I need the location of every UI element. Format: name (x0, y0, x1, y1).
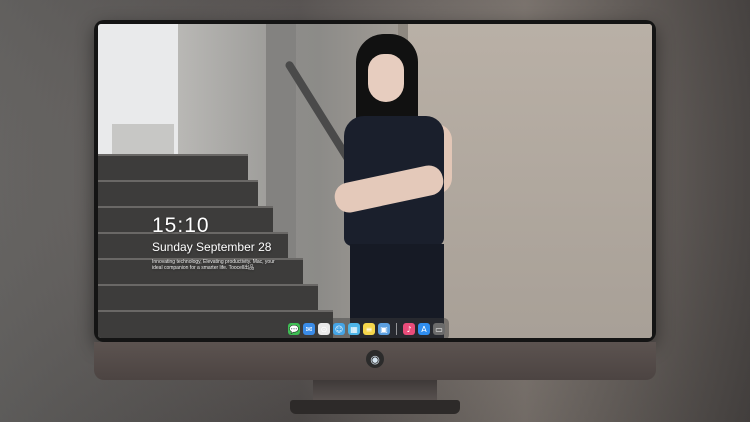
monitor-chin: ◉ (94, 342, 656, 380)
dock-separator (396, 323, 397, 335)
finder-icon[interactable]: ☺ (333, 323, 345, 335)
mail-icon[interactable]: ✉ (303, 323, 315, 335)
wallpaper-stair (98, 180, 258, 208)
app-store-icon[interactable]: A (418, 323, 430, 335)
claquette-icon[interactable]: ▦ (348, 323, 360, 335)
monitor-stand-base (290, 400, 460, 414)
wallpaper-stair (98, 284, 318, 312)
monitor-stand-neck (313, 380, 437, 402)
clock-time: 15:10 (152, 214, 210, 237)
clock-date: Sunday September 28 (152, 240, 272, 254)
notes-icon[interactable]: ≡ (363, 323, 375, 335)
messages-icon[interactable]: 💬 (288, 323, 300, 335)
lock-clock: 15:10 Sunday September 28 Innovating tec… (152, 214, 282, 271)
music-icon[interactable]: ♪ (403, 323, 415, 335)
monitor-bezel: 15:10 Sunday September 28 Innovating tec… (94, 20, 656, 342)
preview-icon[interactable]: ▣ (378, 323, 390, 335)
downloads-icon[interactable]: ▭ (433, 323, 445, 335)
wallpaper-stair (98, 154, 248, 182)
dock: 💬 ✉ ⊙ ☺ ▦ ≡ ▣ ♪ A ▭ (284, 318, 449, 338)
safari-icon[interactable]: ⊙ (318, 323, 330, 335)
desktop-screen[interactable]: 15:10 Sunday September 28 Innovating tec… (98, 24, 652, 338)
wallpaper-person-face (368, 54, 404, 102)
brand-logo-icon: ◉ (366, 350, 384, 368)
desktop-tagline: Innovating technology, Elevating product… (152, 259, 275, 271)
